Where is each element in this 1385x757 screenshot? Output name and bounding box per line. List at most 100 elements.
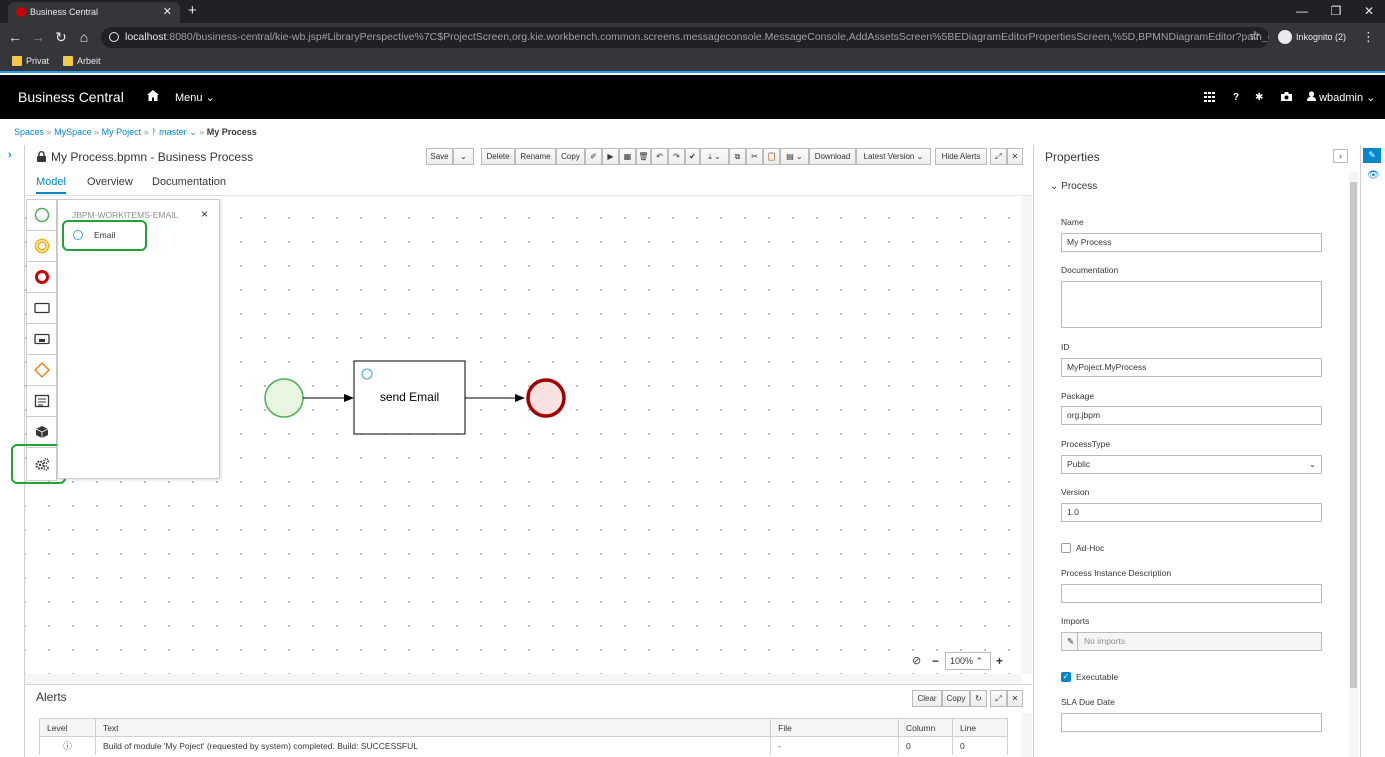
download-button[interactable]: Download — [809, 148, 856, 165]
breadcrumb-myspace[interactable]: MySpace — [54, 127, 92, 137]
package-field[interactable]: org.jbpm — [1061, 406, 1322, 425]
download-options-icon[interactable]: ⤓ ⌄ — [700, 148, 729, 165]
maximize-icon[interactable]: ⤢ — [990, 148, 1007, 165]
home-icon[interactable]: ⌂ — [74, 27, 94, 47]
palette-containers[interactable] — [27, 386, 56, 417]
bookmark-arbeit[interactable]: Arbeit — [61, 53, 101, 69]
gear-icon[interactable]: ✱ — [1255, 92, 1263, 103]
apps-grid-icon[interactable] — [1204, 92, 1215, 105]
incognito-badge[interactable]: Inkognito (2) — [1278, 27, 1346, 48]
rename-button[interactable]: Rename — [515, 148, 556, 165]
alerts-scrollbar[interactable] — [1021, 713, 1032, 757]
copy-button[interactable]: Copy — [556, 148, 585, 165]
validate-icon[interactable]: ✔ — [685, 148, 700, 165]
palette-subprocesses[interactable] — [27, 324, 56, 355]
camera-icon[interactable] — [1281, 92, 1292, 104]
palette-end-events[interactable] — [27, 262, 56, 293]
reload-icon[interactable]: ↻ — [51, 27, 71, 47]
address-bar[interactable]: localhost:8080/business-central/kie-wb.j… — [101, 27, 1269, 48]
adhoc-checkbox[interactable] — [1061, 543, 1071, 553]
executable-checkbox[interactable]: ✓ — [1061, 672, 1071, 682]
delete-button[interactable]: Delete — [481, 148, 515, 165]
collapse-properties-icon[interactable]: › — [1333, 149, 1348, 163]
play-icon[interactable]: ▶ — [602, 148, 619, 165]
brand-title[interactable]: Business Central — [18, 89, 124, 105]
home-icon[interactable] — [147, 90, 159, 104]
column-column[interactable]: Column — [898, 718, 953, 737]
copy-alerts-button[interactable]: Copy — [942, 690, 970, 707]
bookmark-star-icon[interactable]: ☆ — [1249, 28, 1261, 44]
zoom-level-dropdown[interactable]: 100% ⌃ — [945, 652, 991, 670]
column-file[interactable]: File — [770, 718, 900, 737]
column-text[interactable]: Text — [94, 718, 772, 737]
trash-icon[interactable]: 🗑 — [636, 148, 651, 165]
table-row[interactable]: ⓘ Build of module 'My Poject' (requested… — [39, 736, 1008, 755]
tab-documentation[interactable]: Documentation — [152, 176, 226, 188]
close-window-icon[interactable]: ✕ — [1355, 2, 1383, 20]
back-icon[interactable]: ← — [5, 27, 25, 47]
version-field[interactable]: 1.0 — [1061, 503, 1322, 522]
zoom-in-icon[interactable]: + — [996, 651, 1003, 671]
edit-properties-icon[interactable]: ✎ — [1363, 148, 1381, 163]
end-event[interactable] — [526, 378, 566, 418]
bookmark-privat[interactable]: Privat — [10, 53, 49, 69]
start-event[interactable] — [264, 378, 304, 418]
close-editor-icon[interactable]: ✕ — [1007, 148, 1023, 165]
maximize-alerts-icon[interactable]: ⤢ — [990, 690, 1007, 707]
eraser-icon[interactable]: ✐ — [585, 148, 602, 165]
cut-icon[interactable]: ✂ — [746, 148, 763, 165]
undo-icon[interactable]: ↶ — [651, 148, 668, 165]
process-section-header[interactable]: ⌄ Process — [1050, 181, 1097, 192]
refresh-alerts-icon[interactable]: ↻ — [970, 690, 987, 707]
latest-version-dropdown[interactable]: Latest Version ⌄ — [856, 148, 931, 165]
grid-icon[interactable]: ▦ — [619, 148, 636, 165]
process-type-select[interactable]: Public ⌄ — [1061, 455, 1322, 474]
breadcrumb-branch[interactable]: ᚹ master ⌄ — [151, 127, 196, 137]
browser-menu-icon[interactable]: ⋮ — [1362, 27, 1375, 47]
expand-sidebar-icon[interactable]: › — [8, 149, 12, 161]
site-info-icon[interactable] — [109, 32, 119, 42]
close-tab-icon[interactable]: ✕ — [163, 2, 172, 22]
help-icon[interactable]: ? — [1233, 92, 1239, 103]
palette-gateways[interactable] — [27, 355, 56, 386]
canvas-horizontal-scrollbar[interactable] — [25, 674, 1021, 684]
palette-start-events[interactable] — [27, 200, 56, 231]
user-menu[interactable]: wbadmin ⌄ — [1307, 91, 1375, 104]
restore-icon[interactable]: ❐ — [1322, 2, 1350, 20]
palette-intermediate-events[interactable] — [27, 231, 56, 262]
instance-description-field[interactable] — [1061, 584, 1322, 603]
close-icon[interactable]: × — [201, 207, 208, 221]
redo-icon[interactable]: ↷ — [668, 148, 685, 165]
reset-zoom-icon[interactable]: ⊘ — [912, 651, 921, 671]
documentation-field[interactable] — [1061, 281, 1322, 328]
breadcrumb-project[interactable]: My Poject — [102, 127, 142, 137]
browser-tab[interactable]: Business Central ✕ — [8, 2, 180, 23]
properties-scroll-thumb[interactable] — [1350, 182, 1357, 688]
close-alerts-icon[interactable]: ✕ — [1007, 690, 1023, 707]
tab-model[interactable]: Model — [36, 176, 66, 194]
view-options-icon[interactable]: ▤ ⌄ — [780, 148, 809, 165]
name-field[interactable]: My Process — [1061, 233, 1322, 252]
column-line[interactable]: Line — [952, 718, 1008, 737]
menu-dropdown[interactable]: Menu ⌄ — [175, 91, 215, 104]
clear-alerts-button[interactable]: Clear — [912, 690, 942, 707]
palette-activities[interactable] — [27, 293, 56, 324]
column-level[interactable]: Level — [39, 718, 96, 737]
id-field[interactable]: MyPoject.MyProcess — [1061, 358, 1322, 377]
canvas-vertical-scrollbar[interactable] — [1021, 196, 1032, 674]
edit-imports-icon[interactable]: ✎ — [1067, 633, 1079, 650]
hide-alerts-button[interactable]: Hide Alerts — [935, 148, 987, 165]
forward-icon[interactable]: → — [28, 27, 48, 47]
zoom-out-icon[interactable]: − — [932, 651, 939, 671]
save-options-dropdown[interactable]: ⌄ — [453, 148, 474, 165]
eye-icon[interactable]: 👁 — [1367, 170, 1380, 181]
minimize-icon[interactable]: — — [1288, 2, 1316, 20]
imports-field[interactable]: ✎ No imports — [1061, 632, 1322, 651]
save-button[interactable]: Save — [426, 148, 453, 165]
copy-icon[interactable]: ⧉ — [729, 148, 746, 165]
new-tab-button[interactable]: + — [188, 2, 197, 20]
paste-icon[interactable]: 📋 — [763, 148, 780, 165]
breadcrumb-spaces[interactable]: Spaces — [14, 127, 44, 137]
tab-overview[interactable]: Overview — [87, 176, 133, 188]
sla-field[interactable] — [1061, 713, 1322, 732]
